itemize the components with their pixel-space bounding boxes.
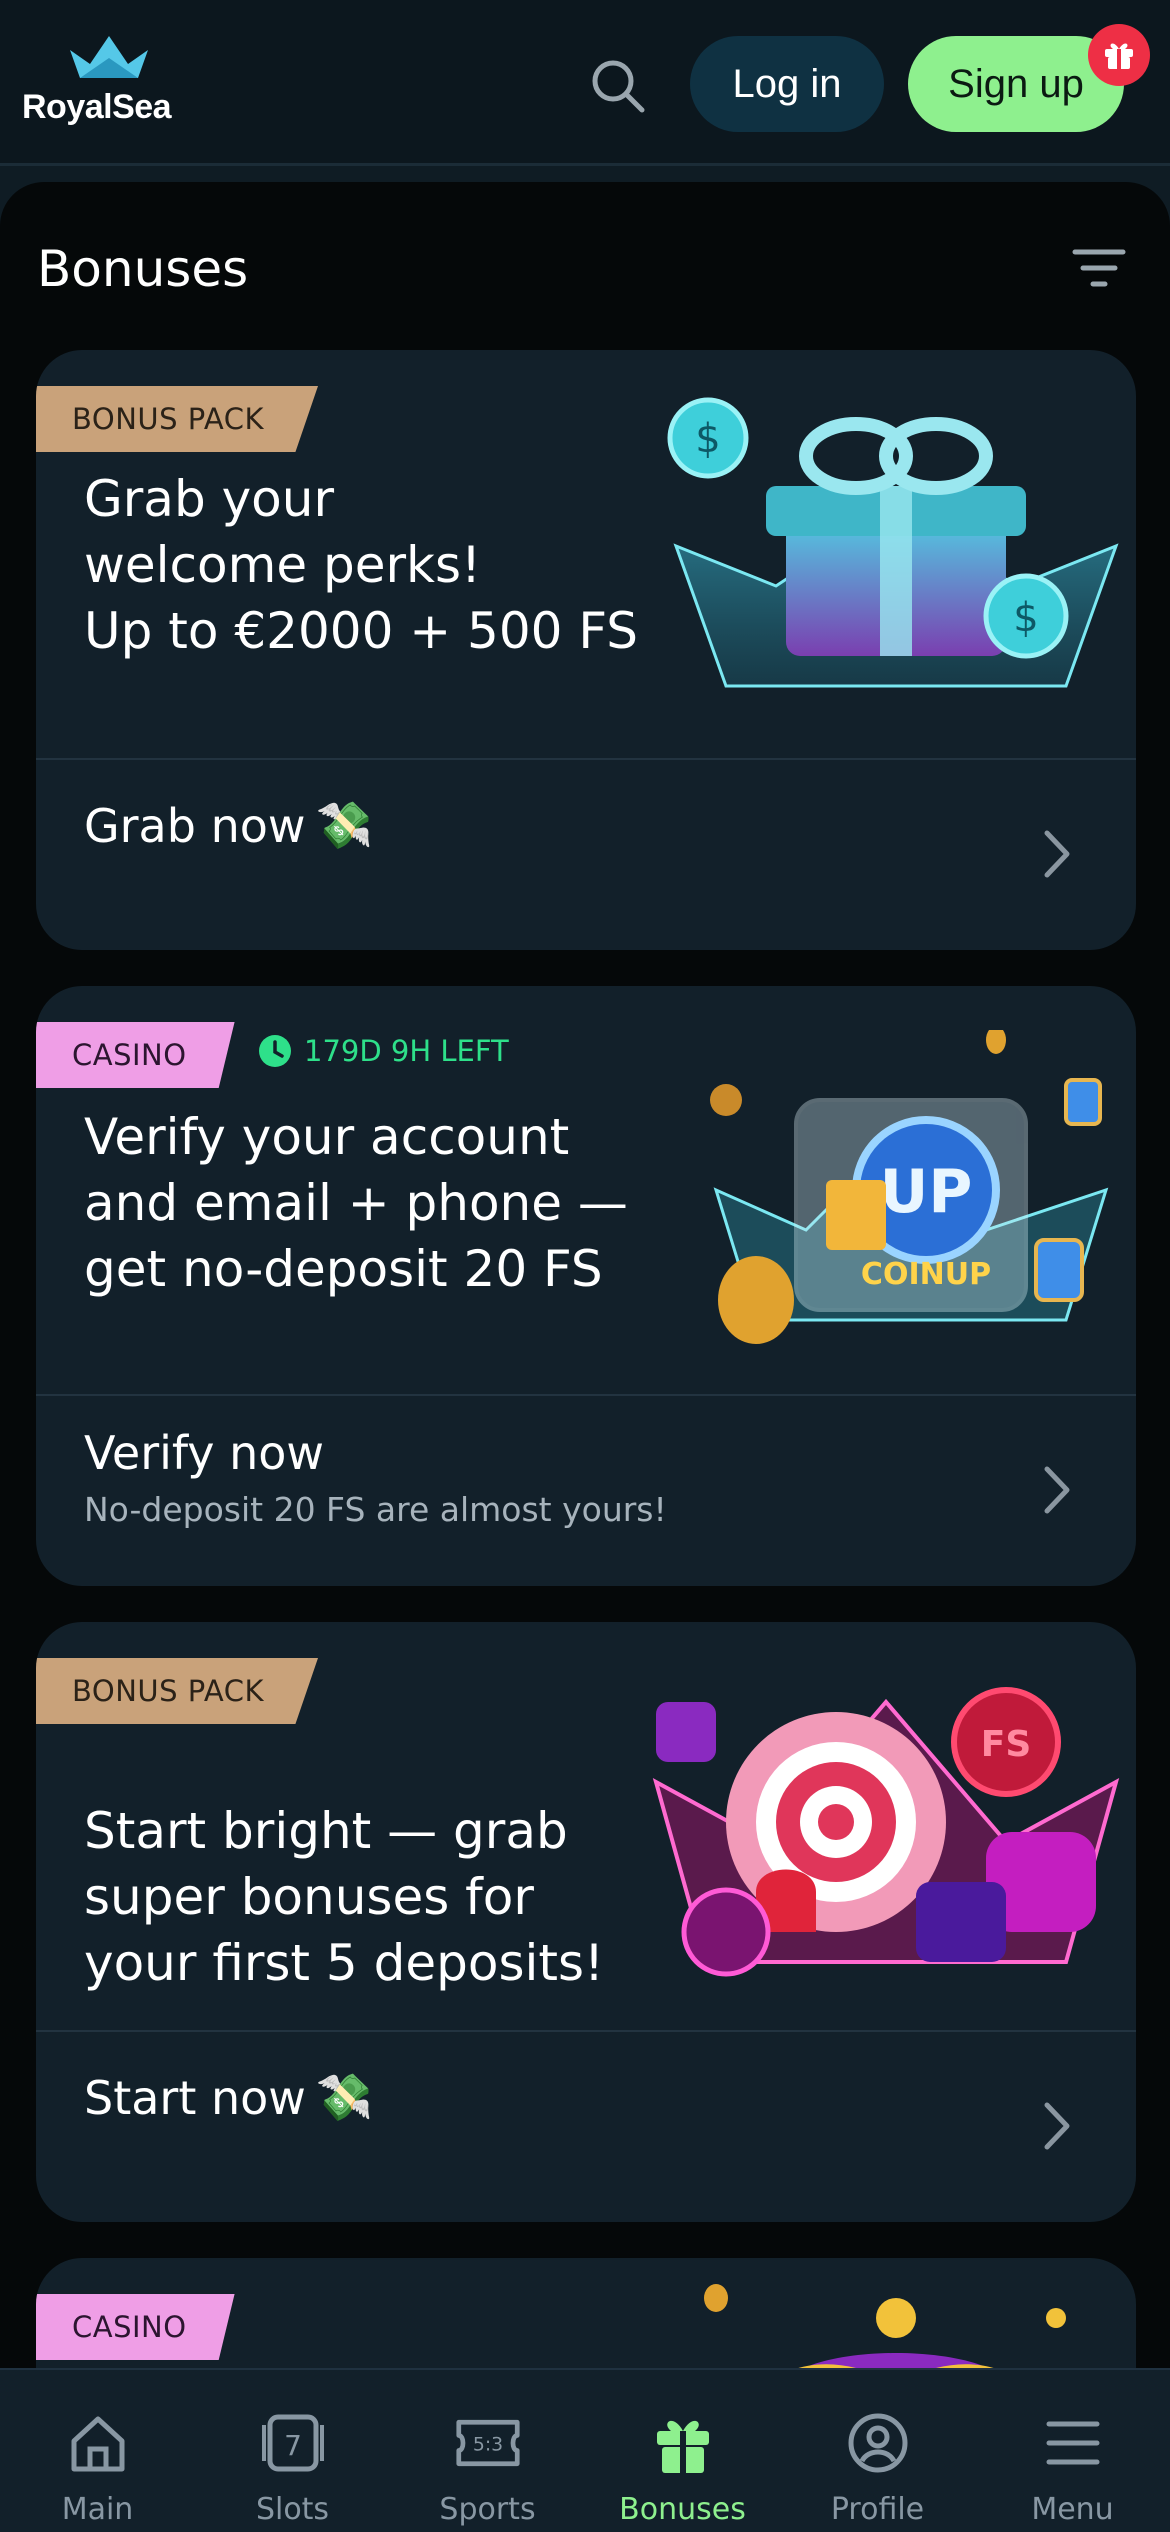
start-now-link[interactable]: Start now 💸 xyxy=(84,2070,373,2125)
nav-menu[interactable]: Menu xyxy=(975,2370,1170,2532)
gift-icon xyxy=(650,2410,716,2476)
svg-text:$: $ xyxy=(1013,595,1038,641)
action-label: Start now xyxy=(84,2070,306,2125)
nav-sports[interactable]: 5:3 Sports xyxy=(390,2370,585,2532)
money-wings-icon: 💸 xyxy=(315,2070,374,2124)
nav-profile[interactable]: Profile xyxy=(780,2370,975,2532)
svg-text:7: 7 xyxy=(284,2429,302,2462)
verify-now-link[interactable]: Verify now xyxy=(84,1426,324,1480)
svg-text:FS: FS xyxy=(981,1724,1032,1765)
filter-icon xyxy=(1072,249,1126,287)
bonus-card-deposits-full[interactable]: BONUS PACK Start bright — grab super bon… xyxy=(36,1622,1136,2222)
royalsea-logo[interactable]: RoyalSea xyxy=(22,30,202,140)
bonus-pack-tag: BONUS PACK xyxy=(36,1658,318,1724)
card-title: Verify your account and email + phone — … xyxy=(84,1108,628,1298)
nav-label: Main xyxy=(61,2492,134,2527)
card-title: Grab your welcome perks! Up to €2000 + 5… xyxy=(84,470,639,660)
timer-text: 179D 9H LEFT xyxy=(304,1034,509,1068)
candy-illustration: FS xyxy=(652,1687,1120,1977)
money-wings-icon: 💸 xyxy=(315,798,373,852)
card-divider xyxy=(36,1394,1136,1396)
gift-box-illustration: $ $ xyxy=(667,397,1119,688)
signup-gift-badge xyxy=(1088,24,1150,86)
nav-slots[interactable]: 7 Slots xyxy=(195,2370,390,2532)
nav-label: Menu xyxy=(1031,2492,1114,2527)
profile-icon xyxy=(845,2410,911,2476)
svg-text:5:3: 5:3 xyxy=(472,2435,502,2456)
svg-text:$: $ xyxy=(695,416,720,462)
grab-now-link[interactable]: Grab now 💸 xyxy=(84,798,373,853)
verify-subtext: No-deposit 20 FS are almost yours! xyxy=(84,1490,667,1529)
logo-text: RoyalSea xyxy=(22,88,172,126)
chevron-right-icon[interactable] xyxy=(1036,2096,1076,2156)
card-title: Start bright — grab super bonuses for yo… xyxy=(84,1802,605,1992)
action-label: Verify now xyxy=(84,1426,325,1480)
bonus-card-welcome[interactable]: BONUS PACK Grab your welcome perks! Up t… xyxy=(36,350,1136,950)
timer-badge: 179D 9H LEFT xyxy=(258,1034,509,1068)
action-label: Grab now xyxy=(84,798,306,853)
page-title: Bonuses xyxy=(37,240,249,298)
search-button[interactable] xyxy=(580,48,656,124)
top-header: RoyalSea Log in Sign up xyxy=(0,0,1170,166)
bottom-navigation: Main 7 Slots 5:3 Sports Bonuses Profile … xyxy=(0,2368,1170,2532)
filter-button[interactable] xyxy=(1066,240,1132,300)
coinup-illustration: UP COINUP xyxy=(710,1030,1109,1344)
sports-icon: 5:3 xyxy=(455,2410,521,2476)
slots-icon: 7 xyxy=(260,2410,326,2476)
casino-tag: CASINO xyxy=(36,1022,235,1088)
nav-bonuses[interactable]: Bonuses xyxy=(585,2370,780,2532)
nav-label: Slots xyxy=(255,2492,330,2527)
chevron-right-icon[interactable] xyxy=(1036,1460,1076,1520)
home-icon xyxy=(65,2410,131,2476)
bonus-pack-tag: BONUS PACK xyxy=(36,386,318,452)
login-button[interactable]: Log in xyxy=(690,36,884,132)
clock-icon xyxy=(259,1035,291,1067)
menu-icon xyxy=(1040,2410,1106,2476)
nav-label: Sports xyxy=(439,2492,536,2527)
gift-icon xyxy=(1105,43,1133,69)
svg-text:COINUP: COINUP xyxy=(861,1257,991,1292)
bonus-card-verify[interactable]: CASINO 179D 9H LEFT Verify your account … xyxy=(36,986,1136,1586)
nav-main[interactable]: Main xyxy=(0,2370,195,2532)
svg-text:UP: UP xyxy=(880,1157,973,1227)
nav-label: Profile xyxy=(830,2492,925,2527)
search-icon xyxy=(592,60,645,113)
card-divider xyxy=(36,758,1136,760)
casino-tag: CASINO xyxy=(36,2294,235,2360)
card-divider xyxy=(36,2030,1136,2032)
nav-label: Bonuses xyxy=(619,2492,746,2527)
crown-icon xyxy=(70,36,148,78)
chevron-right-icon[interactable] xyxy=(1036,824,1076,884)
